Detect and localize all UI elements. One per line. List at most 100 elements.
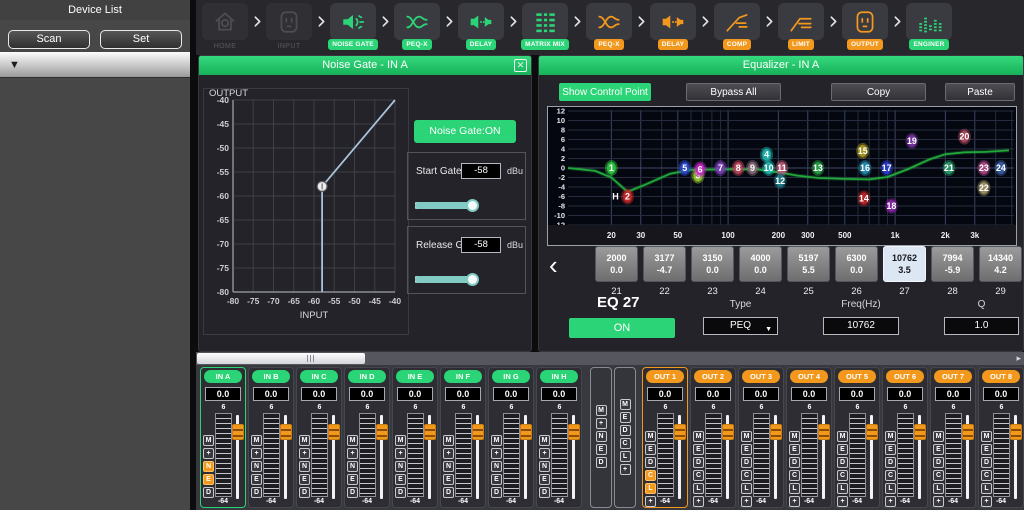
channel-button-in-g-d[interactable]: D bbox=[491, 487, 502, 498]
toolbar-item-matrix-mix[interactable]: MATRIX MIX bbox=[522, 3, 568, 50]
mixer-scrollbar[interactable]: ◂ ▸ bbox=[196, 352, 1024, 365]
channel-button-in-g-plus[interactable]: + bbox=[491, 448, 502, 459]
freq-field[interactable]: 10762 bbox=[823, 317, 899, 335]
channel-button-in-d-m[interactable]: M bbox=[347, 435, 358, 446]
band-scroll-left-icon[interactable]: ‹ bbox=[549, 252, 558, 278]
channel-button-out-4-l[interactable]: L bbox=[789, 483, 800, 494]
channel-button-in-f-m[interactable]: M bbox=[443, 435, 454, 446]
fader-handle[interactable] bbox=[520, 424, 532, 440]
channel-button-out-5-m[interactable]: M bbox=[837, 431, 848, 442]
release-gate-value-field[interactable]: -58 bbox=[461, 237, 501, 253]
channel-button-out-8-d[interactable]: D bbox=[981, 457, 992, 468]
channel-button-out-master-d[interactable]: D bbox=[620, 425, 631, 436]
channel-gain-value[interactable]: 0.0 bbox=[349, 387, 385, 401]
channel-button-in-g-n[interactable]: N bbox=[491, 461, 502, 472]
channel-strip-out-5[interactable]: OUT 5 0.0 6 MEDCL+-64 bbox=[834, 367, 880, 508]
channel-strip-in-f[interactable]: IN F 0.0 6 M+NED-64 bbox=[440, 367, 486, 508]
channel-label[interactable]: IN F bbox=[444, 370, 482, 383]
channel-button-in-d-d[interactable]: D bbox=[347, 487, 358, 498]
channel-button-in-c-n[interactable]: N bbox=[299, 461, 310, 472]
channel-button-out-3-e[interactable]: E bbox=[741, 444, 752, 455]
channel-button-in-e-e[interactable]: E bbox=[395, 474, 406, 485]
channel-button-out-2-m[interactable]: M bbox=[693, 431, 704, 442]
eq-on-button[interactable]: ON bbox=[569, 318, 675, 338]
channel-gain-value[interactable]: 0.0 bbox=[253, 387, 289, 401]
channel-button-in-a-m[interactable]: M bbox=[203, 435, 214, 446]
channel-button-out-2-e[interactable]: E bbox=[693, 444, 704, 455]
band-cell-27[interactable]: 107623.5 bbox=[883, 246, 926, 282]
channel-button-in-a-d[interactable]: D bbox=[203, 487, 214, 498]
channel-button-in-b-plus[interactable]: + bbox=[251, 448, 262, 459]
q-field[interactable]: 1.0 bbox=[944, 317, 1019, 335]
fader-handle[interactable] bbox=[722, 424, 734, 440]
channel-button-out-8-l[interactable]: L bbox=[981, 483, 992, 494]
paste-button[interactable]: Paste bbox=[945, 83, 1015, 101]
channel-label[interactable]: OUT 5 bbox=[838, 370, 876, 383]
channel-button-in-f-plus[interactable]: + bbox=[443, 448, 454, 459]
channel-button-out-4-c[interactable]: C bbox=[789, 470, 800, 481]
band-cell-29[interactable]: 143404.2 bbox=[979, 246, 1022, 282]
fader-handle[interactable] bbox=[770, 424, 782, 440]
channel-strip-in-g[interactable]: IN G 0.0 6 M+NED-64 bbox=[488, 367, 534, 508]
fader-handle[interactable] bbox=[424, 424, 436, 440]
band-cell-22[interactable]: 3177-4.7 bbox=[643, 246, 686, 282]
channel-button-out-8-m[interactable]: M bbox=[981, 431, 992, 442]
channel-button-out-master-l[interactable]: L bbox=[620, 451, 631, 462]
channel-label[interactable]: IN E bbox=[396, 370, 434, 383]
channel-button-in-h-m[interactable]: M bbox=[539, 435, 550, 446]
channel-button-in-f-n[interactable]: N bbox=[443, 461, 454, 472]
channel-button-in-e-m[interactable]: M bbox=[395, 435, 406, 446]
channel-label[interactable]: OUT 2 bbox=[694, 370, 732, 383]
fader-handle[interactable] bbox=[914, 424, 926, 440]
channel-label[interactable]: OUT 7 bbox=[934, 370, 972, 383]
channel-strip-out-3[interactable]: OUT 3 0.0 6 MEDCL+-64 bbox=[738, 367, 784, 508]
fader-handle[interactable] bbox=[568, 424, 580, 440]
channel-button-out-8-e[interactable]: E bbox=[981, 444, 992, 455]
channel-button-in-e-d[interactable]: D bbox=[395, 487, 406, 498]
fader-handle[interactable] bbox=[328, 424, 340, 440]
channel-button-out-7-d[interactable]: D bbox=[933, 457, 944, 468]
channel-gain-value[interactable]: 0.0 bbox=[445, 387, 481, 401]
channel-button-in-b-n[interactable]: N bbox=[251, 461, 262, 472]
channel-label[interactable]: OUT 6 bbox=[886, 370, 924, 383]
channel-button-out-5-d[interactable]: D bbox=[837, 457, 848, 468]
channel-label[interactable]: IN C bbox=[300, 370, 338, 383]
device-dropdown-bar[interactable]: ▼ bbox=[0, 52, 190, 78]
channel-button-out-7-l[interactable]: L bbox=[933, 483, 944, 494]
start-gate-slider[interactable] bbox=[415, 199, 518, 212]
channel-gain-value[interactable]: 0.0 bbox=[935, 387, 971, 401]
channel-button-out-1-l[interactable]: L bbox=[645, 483, 656, 494]
channel-button-out-master-plus[interactable]: + bbox=[620, 464, 631, 475]
channel-button-in-d-n[interactable]: N bbox=[347, 461, 358, 472]
channel-strip-in-d[interactable]: IN D 0.0 6 M+NED-64 bbox=[344, 367, 390, 508]
channel-button-out-6-e[interactable]: E bbox=[885, 444, 896, 455]
channel-button-in-f-e[interactable]: E bbox=[443, 474, 454, 485]
channel-button-out-5-c[interactable]: C bbox=[837, 470, 848, 481]
channel-button-out-7-e[interactable]: E bbox=[933, 444, 944, 455]
channel-button-out-5-l[interactable]: L bbox=[837, 483, 848, 494]
toolbar-item-enginer[interactable]: ENGINER bbox=[906, 3, 952, 50]
channel-button-out-master-e[interactable]: E bbox=[620, 412, 631, 423]
toolbar-item-delay[interactable]: DELAY bbox=[650, 3, 696, 50]
noise-gate-toggle-button[interactable]: Noise Gate:ON bbox=[414, 120, 516, 143]
band-cell-25[interactable]: 51975.5 bbox=[787, 246, 830, 282]
mixer-scrollbar-thumb[interactable] bbox=[197, 353, 365, 364]
channel-button-in-c-d[interactable]: D bbox=[299, 487, 310, 498]
fader-handle[interactable] bbox=[472, 424, 484, 440]
channel-strip-out-8[interactable]: OUT 8 0.0 6 MEDCL+-64 bbox=[978, 367, 1024, 508]
channel-gain-value[interactable]: 0.0 bbox=[695, 387, 731, 401]
channel-gain-value[interactable]: 0.0 bbox=[397, 387, 433, 401]
toolbar-item-peq-x[interactable]: PEQ-X bbox=[394, 3, 440, 50]
channel-strip-in-master[interactable]: M+NED bbox=[590, 367, 612, 508]
channel-button-in-master-m[interactable]: M bbox=[596, 405, 607, 416]
close-icon[interactable]: ✕ bbox=[514, 59, 527, 72]
channel-button-in-master-plus[interactable]: + bbox=[596, 418, 607, 429]
channel-gain-value[interactable]: 0.0 bbox=[887, 387, 923, 401]
channel-button-in-c-m[interactable]: M bbox=[299, 435, 310, 446]
channel-label[interactable]: OUT 4 bbox=[790, 370, 828, 383]
channel-button-in-master-d[interactable]: D bbox=[596, 457, 607, 468]
channel-gain-value[interactable]: 0.0 bbox=[541, 387, 577, 401]
start-gate-value-field[interactable]: -58 bbox=[461, 163, 501, 179]
channel-button-in-a-e[interactable]: E bbox=[203, 474, 214, 485]
bypass-all-button[interactable]: Bypass All bbox=[686, 83, 781, 101]
